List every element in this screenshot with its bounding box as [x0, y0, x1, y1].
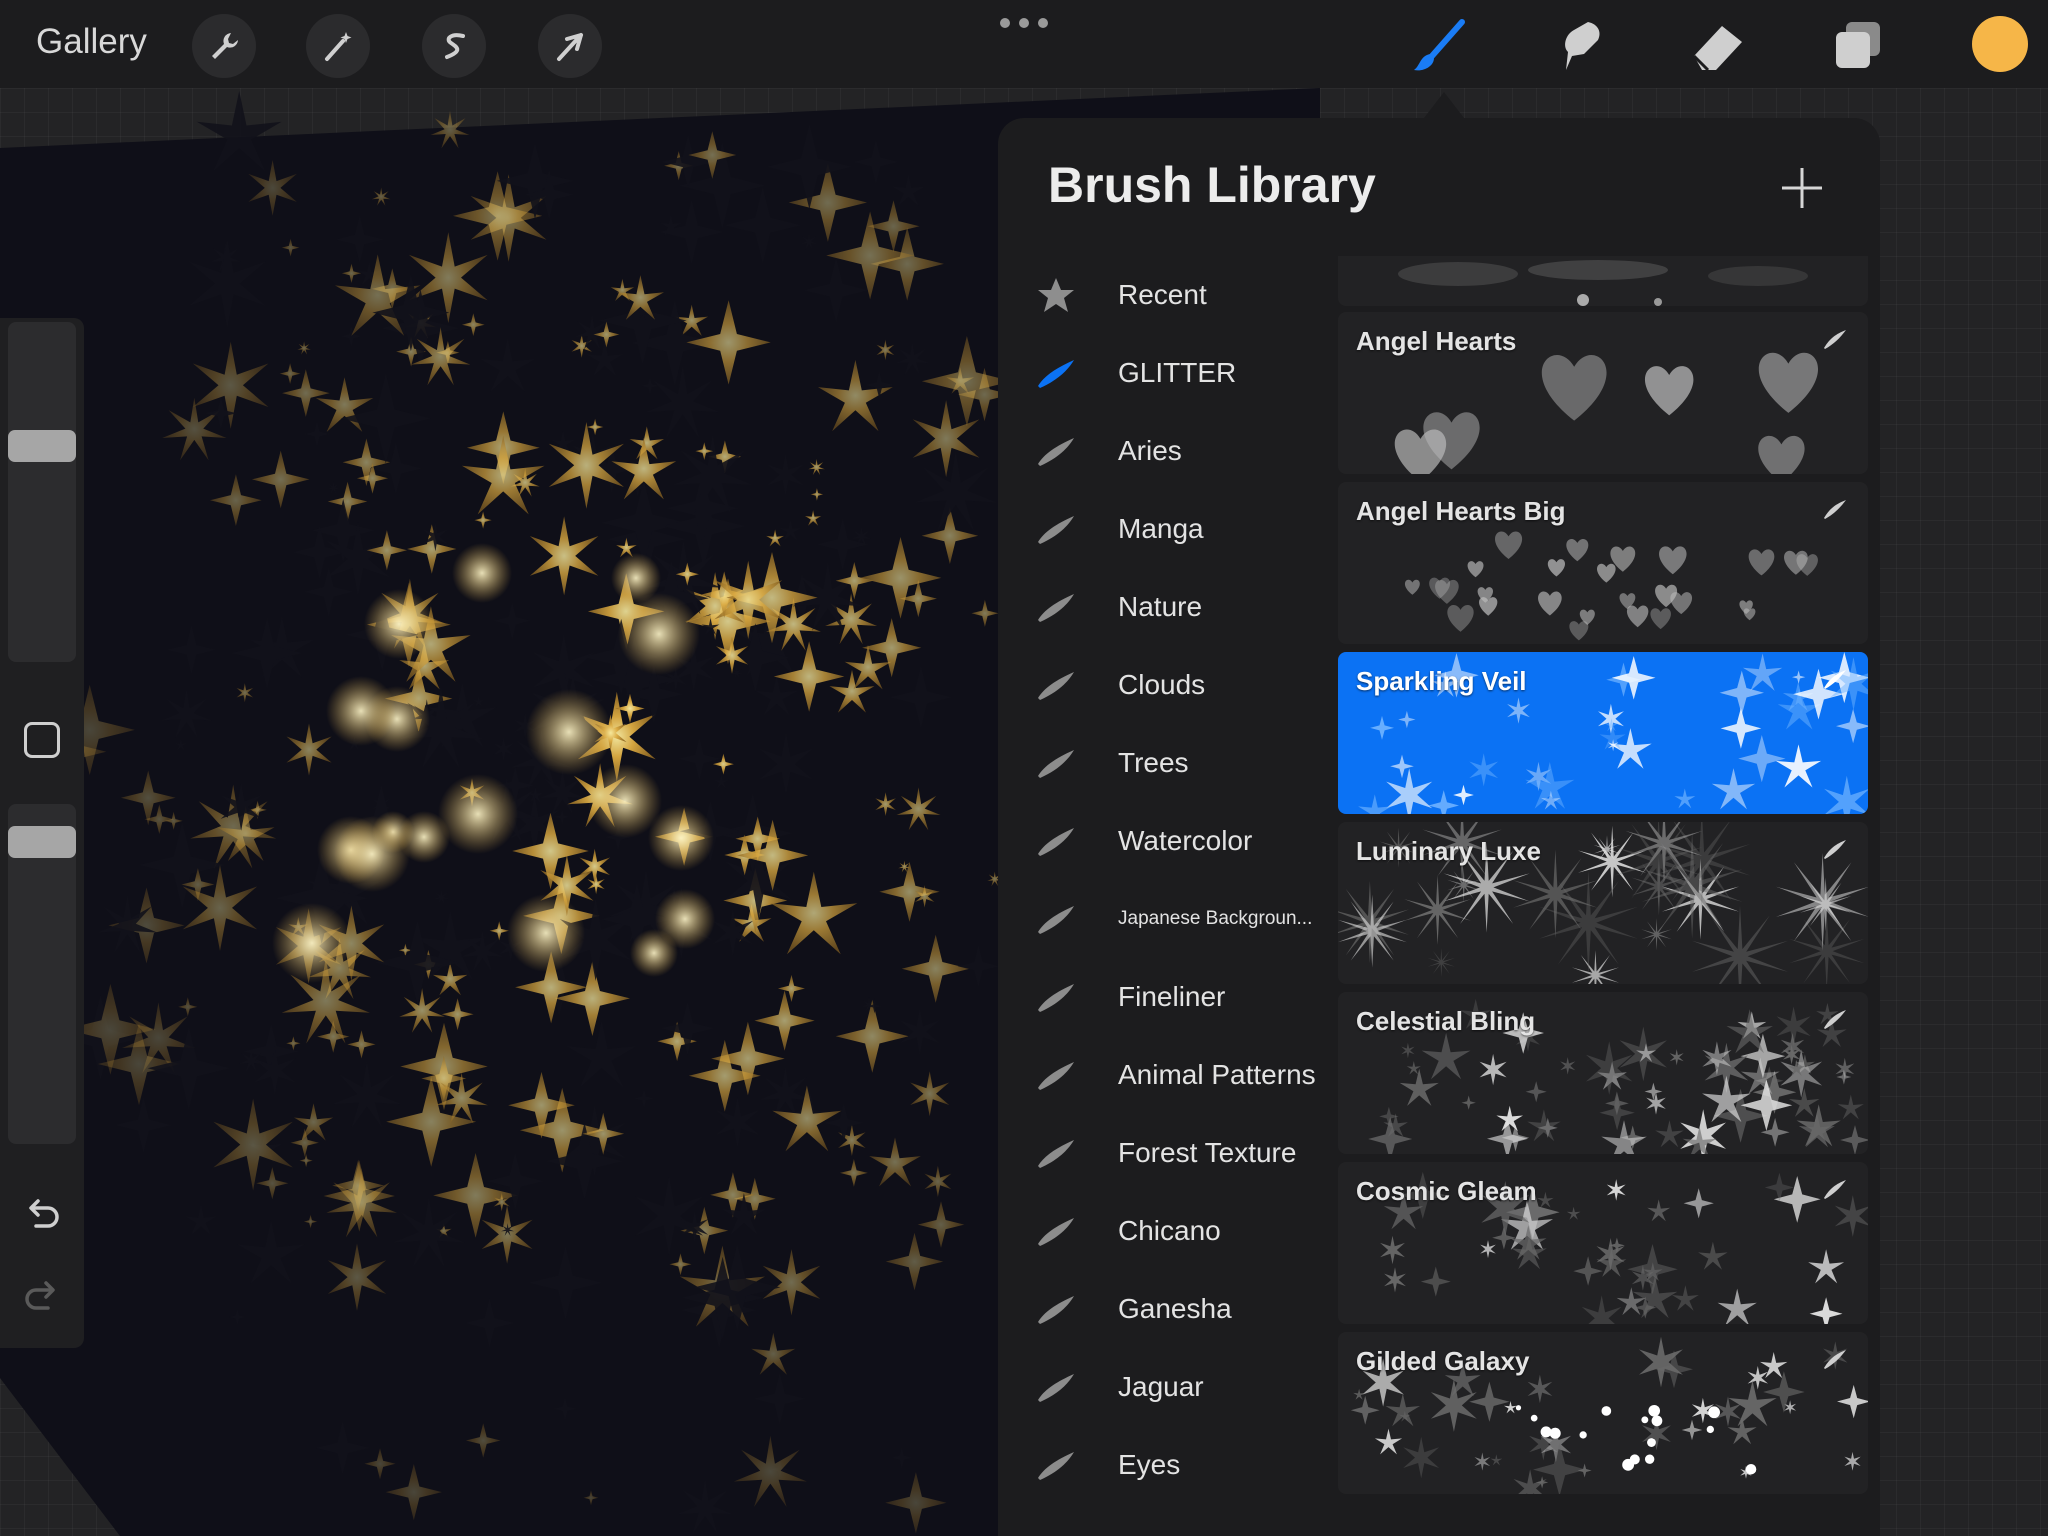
brush-set-label: Animal Patterns	[1118, 1059, 1316, 1090]
more-options-icon[interactable]	[1000, 18, 1048, 32]
brush-stroke-icon	[1034, 1134, 1078, 1172]
brush-item[interactable]: Celestial Bling	[1338, 992, 1868, 1154]
stroke-preview-icon	[1822, 1178, 1848, 1200]
gallery-button[interactable]: Gallery	[36, 22, 147, 62]
actions-wrench-icon[interactable]	[192, 14, 256, 78]
top-toolbar: Gallery	[0, 0, 2048, 88]
brush-set-label: Watercolor	[1118, 825, 1253, 856]
brush-item[interactable]: Sparkling Veil	[1338, 652, 1868, 814]
brush-stroke-icon	[1034, 1212, 1078, 1250]
brush-stroke-icon	[1034, 1368, 1078, 1406]
panel-title: Brush Library	[1048, 157, 1376, 213]
transform-arrow-icon[interactable]	[538, 14, 602, 78]
brush-set-label: Ganesha	[1118, 1293, 1232, 1324]
brush-set-label: Recent	[1118, 279, 1207, 310]
brush-set-item[interactable]: Chicano	[998, 1192, 1338, 1270]
brush-set-label: Fineliner	[1118, 981, 1226, 1012]
brush-set-label: Nature	[1118, 591, 1203, 622]
brush-set-item[interactable]: Animal Patterns	[998, 1036, 1338, 1114]
brush-set-label: Forest Texture	[1118, 1137, 1297, 1168]
brush-set-item[interactable]: Manga	[998, 490, 1338, 568]
brush-set-item[interactable]: Watercolor	[998, 802, 1338, 880]
brush-library-panel: Brush Library Recent GLITTER Aries Manga Nat…	[998, 118, 1880, 1536]
brush-stroke-icon	[1034, 822, 1078, 860]
brush-icon[interactable]	[1410, 16, 1470, 76]
brush-set-item[interactable]: Trees	[998, 724, 1338, 802]
stroke-preview-icon	[1822, 1008, 1848, 1030]
star-icon	[1034, 276, 1078, 314]
selection-s-icon[interactable]	[422, 14, 486, 78]
undo-icon[interactable]	[22, 1194, 62, 1234]
brush-set-label: Eyes	[1118, 1449, 1181, 1480]
stroke-preview-icon	[1822, 498, 1848, 520]
brush-item[interactable]: Gilded Galaxy	[1338, 1332, 1868, 1494]
brush-name: Cosmic Gleam	[1356, 1176, 1537, 1206]
brush-name: Celestial Bling	[1356, 1006, 1536, 1036]
brush-set-label: Japanese Backgroun...	[1118, 908, 1313, 929]
popover-caret	[1424, 92, 1464, 118]
brush-stroke-icon	[1034, 354, 1078, 392]
brush-preview	[1398, 260, 1808, 306]
brush-item-partial[interactable]	[1338, 256, 1868, 306]
brush-name: Angel Hearts Big	[1356, 496, 1566, 526]
brush-name: Sparkling Veil	[1356, 666, 1527, 696]
brush-name: Angel Hearts	[1356, 326, 1517, 356]
brush-stroke-icon	[1034, 978, 1078, 1016]
brush-set-label: Aries	[1118, 435, 1182, 466]
color-picker-swatch[interactable]	[1972, 16, 2028, 72]
brush-set-label: Jaguar	[1118, 1371, 1204, 1402]
brush-set-item[interactable]: Ganesha	[998, 1270, 1338, 1348]
brush-set-item[interactable]: Nature	[998, 568, 1338, 646]
opacity-thumb[interactable]	[8, 826, 76, 858]
smudge-icon[interactable]	[1548, 16, 1608, 76]
brush-set-item[interactable]: Clouds	[998, 646, 1338, 724]
brush-set-item[interactable]: Aries	[998, 412, 1338, 490]
brush-set-item[interactable]: Eyes	[998, 1426, 1338, 1504]
brush-size-slider[interactable]	[8, 322, 76, 662]
stroke-preview-icon	[1822, 838, 1848, 860]
brush-set-item[interactable]: GLITTER	[998, 334, 1338, 412]
layers-icon[interactable]	[1828, 16, 1888, 76]
brush-set-item[interactable]: Japanese Backgroun...	[998, 880, 1338, 958]
stroke-preview-icon	[1822, 668, 1848, 690]
brush-set-item[interactable]: Fineliner	[998, 958, 1338, 1036]
brush-name: Luminary Luxe	[1356, 836, 1541, 866]
brush-set-item[interactable]: Jaguar	[998, 1348, 1338, 1426]
left-sidebar	[0, 318, 84, 1348]
brush-stroke-icon	[1034, 1290, 1078, 1328]
brush-set-label: Trees	[1118, 747, 1189, 778]
brush-set-item[interactable]: Forest Texture	[998, 1114, 1338, 1192]
brush-set-label: Chicano	[1118, 1215, 1221, 1246]
brush-stroke-icon	[1034, 744, 1078, 782]
brush-item[interactable]: Angel Hearts Big	[1338, 482, 1868, 644]
adjustments-wand-icon[interactable]	[306, 14, 370, 78]
brush-stroke-icon	[1034, 1446, 1078, 1484]
brush-size-thumb[interactable]	[8, 430, 76, 462]
stroke-preview-icon	[1822, 328, 1848, 350]
brush-stroke-icon	[1034, 588, 1078, 626]
eraser-icon[interactable]	[1688, 16, 1748, 76]
brush-name: Gilded Galaxy	[1356, 1346, 1530, 1376]
brush-stroke-icon	[1034, 900, 1078, 938]
plus-icon[interactable]	[1780, 166, 1824, 210]
brush-item[interactable]: Luminary Luxe	[1338, 822, 1868, 984]
stroke-preview-icon	[1822, 1348, 1848, 1370]
brush-stroke-icon	[1034, 432, 1078, 470]
brush-stroke-icon	[1034, 666, 1078, 704]
brush-item[interactable]: Cosmic Gleam	[1338, 1162, 1868, 1324]
brush-set-label: Clouds	[1118, 669, 1206, 700]
modify-button[interactable]	[24, 722, 60, 758]
brush-stroke-icon	[1034, 1056, 1078, 1094]
brush-set-label: GLITTER	[1118, 357, 1237, 388]
brush-item[interactable]: Angel Hearts	[1338, 312, 1868, 474]
redo-icon[interactable]	[22, 1276, 62, 1316]
brush-set-label: Manga	[1118, 513, 1204, 544]
brush-set-item[interactable]: Recent	[998, 256, 1338, 334]
brush-stroke-icon	[1034, 510, 1078, 548]
